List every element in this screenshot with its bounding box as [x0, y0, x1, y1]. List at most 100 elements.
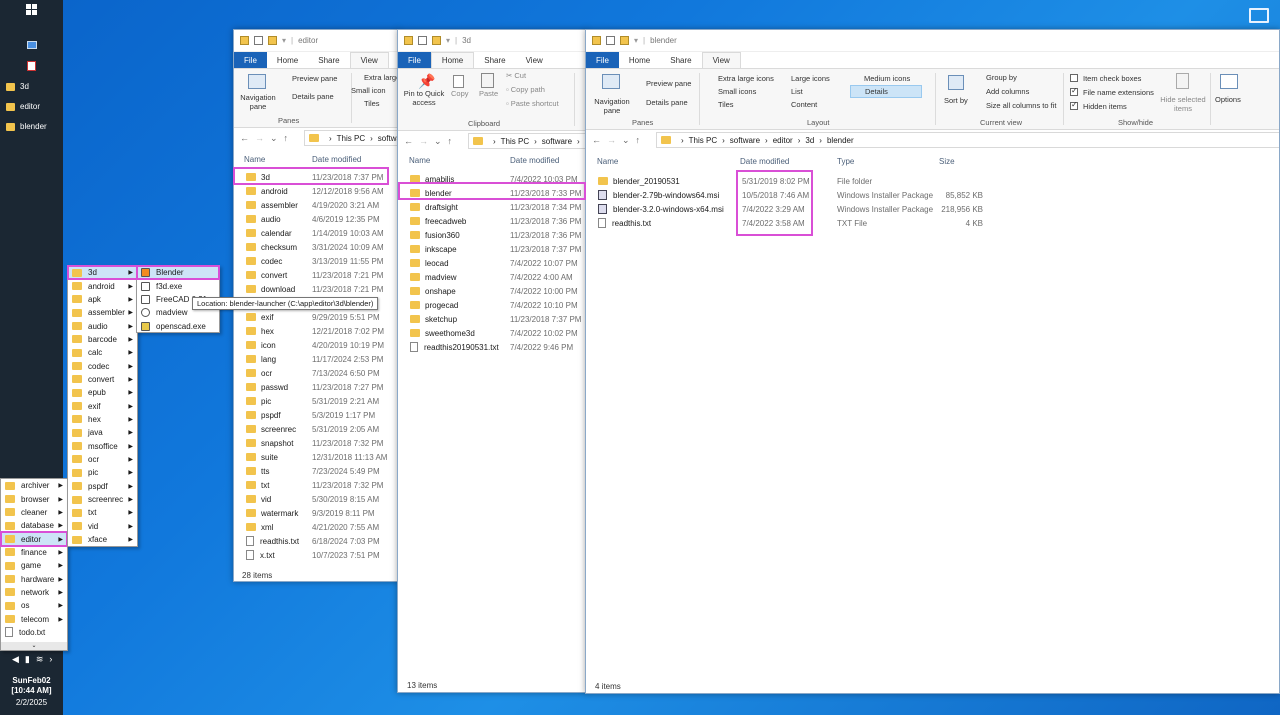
details-pane-button[interactable]: Details pane: [646, 98, 688, 107]
tab-home[interactable]: Home: [619, 52, 660, 68]
file-row[interactable]: readthis.txt 7/4/2022 3:58 AM TXT File 4 KB: [598, 216, 1279, 230]
desktop-monitor-icon[interactable]: [1249, 8, 1269, 23]
menu-item-codec[interactable]: codec ▶: [68, 359, 137, 372]
file-row[interactable]: icon 4/20/2019 10:19 PM: [246, 338, 398, 352]
column-header-name[interactable]: Name: [244, 155, 265, 164]
tab-view[interactable]: View: [701, 52, 741, 68]
file-row[interactable]: tts 7/23/2024 5:49 PM: [246, 464, 398, 478]
file-row[interactable]: xml 4/21/2020 7:55 AM: [246, 520, 398, 534]
menu-item-todo-txt[interactable]: todo.txt: [1, 626, 67, 639]
column-header-name[interactable]: Name: [409, 156, 430, 165]
breadcrumb-item[interactable]: This PC: [689, 136, 717, 145]
breadcrumb-item[interactable]: 3d: [805, 136, 814, 145]
options-button[interactable]: Options: [1215, 95, 1241, 104]
forward-icon[interactable]: →: [419, 136, 428, 146]
new-folder-icon[interactable]: [432, 36, 441, 45]
hide-selected-items-button[interactable]: Hide selected items: [1158, 95, 1208, 113]
file-row[interactable]: download 11/23/2018 7:21 PM: [246, 282, 398, 296]
small-icons-button[interactable]: Small icons: [718, 87, 756, 96]
details-view-button[interactable]: Details: [850, 85, 922, 98]
tab-share[interactable]: Share: [474, 52, 515, 68]
extra-large-icons-button[interactable]: Extra large icons: [718, 74, 774, 83]
navigation-pane-button[interactable]: Navigation pane: [590, 97, 634, 115]
menu-item-telecom[interactable]: telecom ▶: [1, 612, 67, 625]
tab-file[interactable]: File: [234, 52, 267, 68]
add-columns-button[interactable]: Add columns: [986, 87, 1029, 96]
list-button[interactable]: List: [791, 87, 803, 96]
taskbar-shortcut-blender[interactable]: blender: [6, 122, 47, 131]
menu-item-hex[interactable]: hex ▶: [68, 413, 137, 426]
up-icon[interactable]: ↑: [284, 133, 289, 143]
menu-item-java[interactable]: java ▶: [68, 426, 137, 439]
properties-icon[interactable]: [418, 36, 427, 45]
app-icon-2[interactable]: [27, 61, 36, 71]
file-row[interactable]: vid 5/30/2019 8:15 AM: [246, 492, 398, 506]
column-header-date[interactable]: Date modified: [740, 157, 789, 166]
breadcrumb-item[interactable]: blender: [827, 136, 854, 145]
up-icon[interactable]: ↑: [636, 135, 641, 145]
file-row[interactable]: freecadweb 11/23/2018 7:36 PM: [410, 214, 586, 228]
breadcrumb-item[interactable]: software: [730, 136, 760, 145]
recent-icon[interactable]: ⌄: [622, 135, 630, 146]
file-row[interactable]: calendar 1/14/2019 10:03 AM: [246, 226, 398, 240]
taskbar-shortcut-3d[interactable]: 3d: [6, 82, 29, 91]
sort-by-button[interactable]: Sort by: [944, 96, 968, 105]
tiles-button[interactable]: Tiles: [718, 100, 734, 109]
file-name-extensions-toggle[interactable]: File name extensions: [1070, 86, 1154, 97]
extra-large-icons-button[interactable]: Extra large: [364, 73, 398, 82]
file-row[interactable]: pic 5/31/2019 2:21 AM: [246, 394, 398, 408]
file-row[interactable]: audio 4/6/2019 12:35 PM: [246, 212, 398, 226]
file-row[interactable]: lang 11/17/2024 2:53 PM: [246, 352, 398, 366]
new-folder-icon[interactable]: [620, 36, 629, 45]
file-row[interactable]: txt 11/23/2018 7:32 PM: [246, 478, 398, 492]
tab-share[interactable]: Share: [660, 52, 701, 68]
preview-pane-button[interactable]: Preview pane: [292, 74, 337, 83]
tiles-button[interactable]: Tiles: [364, 99, 380, 108]
column-header-date[interactable]: Date modified: [312, 155, 361, 164]
menu-scroll-down-icon[interactable]: ⌄: [1, 642, 67, 650]
back-icon[interactable]: ←: [240, 133, 249, 143]
menu-item-convert[interactable]: convert ▶: [68, 373, 137, 386]
breadcrumb-item[interactable]: This PC: [501, 137, 529, 146]
file-row[interactable]: sweethome3d 7/4/2022 10:02 PM: [410, 326, 586, 340]
menu-item-vid[interactable]: vid ▶: [68, 520, 137, 533]
menu-item-assembler[interactable]: assembler ▶: [68, 306, 137, 319]
windows-start-icon[interactable]: [26, 4, 37, 15]
menu-item-browser[interactable]: browser ▶: [1, 492, 67, 505]
medium-icons-button[interactable]: Medium icons: [864, 74, 910, 83]
menu-item-epub[interactable]: epub ▶: [68, 386, 137, 399]
copy-path-button[interactable]: ▫ Copy path: [506, 85, 545, 94]
file-row[interactable]: inkscape 11/23/2018 7:37 PM: [410, 242, 586, 256]
menu-item-barcode[interactable]: barcode ▶: [68, 333, 137, 346]
file-row[interactable]: x.txt 10/7/2023 7:51 PM: [246, 548, 398, 562]
paste-button[interactable]: Paste: [479, 89, 498, 98]
file-row[interactable]: ocr 7/13/2024 6:50 PM: [246, 366, 398, 380]
forward-icon[interactable]: →: [255, 133, 264, 143]
menu-item-android[interactable]: android ▶: [68, 279, 137, 292]
file-row[interactable]: screenrec 5/31/2019 2:05 AM: [246, 422, 398, 436]
preview-pane-button[interactable]: Preview pane: [646, 79, 691, 88]
file-row[interactable]: codec 3/13/2019 11:55 PM: [246, 254, 398, 268]
file-row[interactable]: blender-3.2.0-windows-x64.msi 7/4/2022 3:…: [598, 202, 1279, 216]
menu-item-editor[interactable]: editor ▶: [0, 531, 68, 547]
file-row[interactable]: exif 9/29/2019 5:51 PM: [246, 310, 398, 324]
file-row[interactable]: passwd 11/23/2018 7:27 PM: [246, 380, 398, 394]
cut-button[interactable]: ✂ Cut: [506, 71, 526, 80]
column-header-name[interactable]: Name: [597, 157, 618, 166]
file-row[interactable]: suite 12/31/2018 11:13 AM: [246, 450, 398, 464]
tab-share[interactable]: Share: [308, 52, 349, 68]
menu-item-msoffice[interactable]: msoffice ▶: [68, 439, 137, 452]
file-row[interactable]: blender-2.79b-windows64.msi 10/5/2018 7:4…: [598, 188, 1279, 202]
forward-icon[interactable]: →: [607, 135, 616, 145]
file-row[interactable]: madview 7/4/2022 4:00 AM: [410, 270, 586, 284]
file-row[interactable]: pspdf 5/3/2019 1:17 PM: [246, 408, 398, 422]
properties-icon[interactable]: [254, 36, 263, 45]
breadcrumb-item[interactable]: editor: [773, 136, 793, 145]
menu-item-txt[interactable]: txt ▶: [68, 506, 137, 519]
menu-item-openscad-exe[interactable]: openscad.exe: [137, 319, 219, 332]
column-header-type[interactable]: Type: [837, 157, 854, 166]
breadcrumb-item[interactable]: This PC: [337, 134, 365, 143]
taskbar-shortcut-editor[interactable]: editor: [6, 102, 40, 111]
address-bar[interactable]: › This PC › software ›: [468, 133, 586, 149]
back-icon[interactable]: ←: [404, 136, 413, 146]
